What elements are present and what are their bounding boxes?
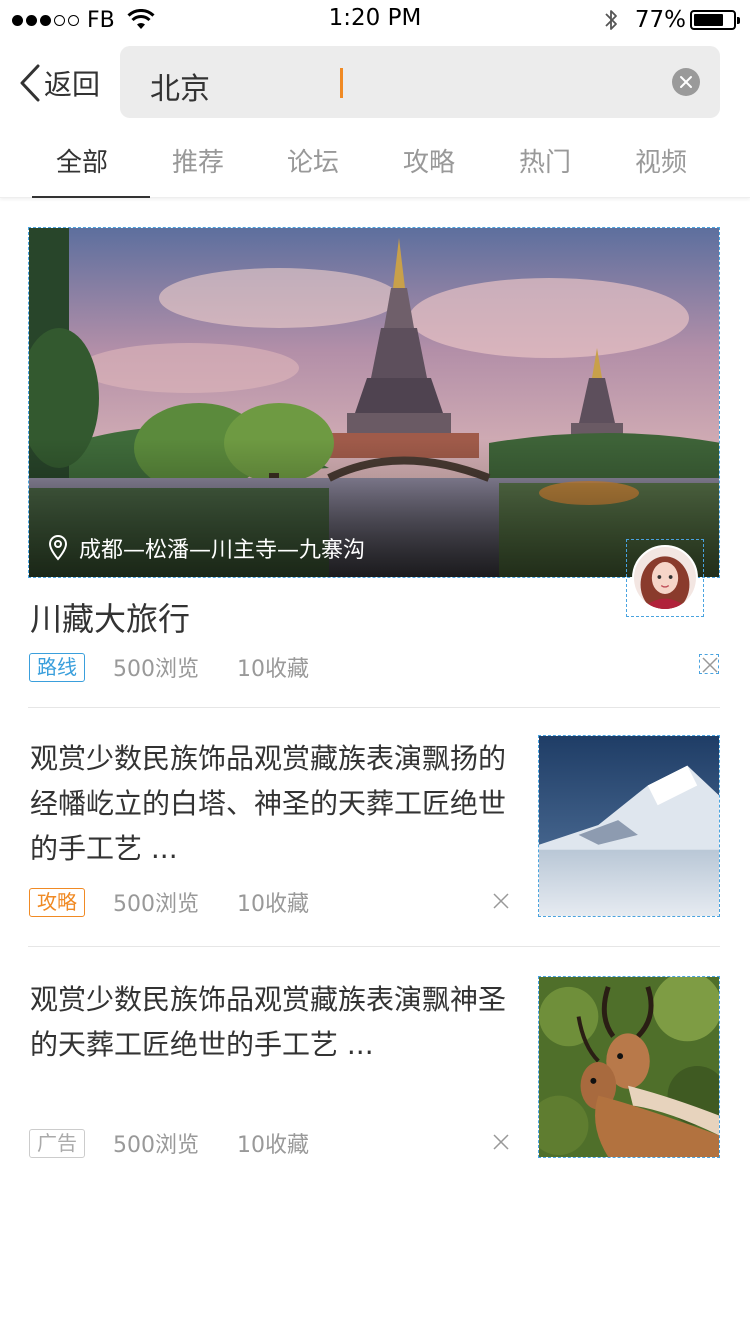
search-query: 北京	[150, 72, 210, 107]
route-meta: 路线 500浏览 10收藏	[29, 651, 309, 683]
ad-meta: 广告 500浏览 10收藏	[29, 1127, 309, 1159]
hero-image[interactable]: 成都—松潘—川主寺—九寨沟	[28, 227, 720, 578]
close-icon	[493, 893, 509, 909]
dismiss-button[interactable]	[699, 654, 719, 674]
battery-percent: 77%	[634, 7, 686, 33]
battery-level	[694, 14, 724, 26]
guide-tag: 攻略	[29, 887, 85, 917]
view-count: 500浏览	[113, 1133, 199, 1158]
tab-recommend[interactable]: 推荐	[140, 128, 256, 198]
close-icon	[702, 657, 718, 673]
guide-text[interactable]: 观赏少数民族饰品观赏藏族表演飘扬的经幡屹立的白塔、神圣的天葬工匠绝世的手工艺 .…	[30, 736, 518, 871]
route-title[interactable]: 川藏大旅行	[30, 594, 190, 640]
guide-thumbnail[interactable]	[538, 735, 720, 917]
antelope-photo	[539, 977, 719, 1157]
favorite-count: 10收藏	[237, 657, 309, 682]
avatar	[632, 545, 698, 611]
author-avatar[interactable]	[626, 539, 704, 617]
tab-hot[interactable]: 热门	[487, 128, 603, 198]
back-button[interactable]: 返回	[18, 63, 100, 103]
favorite-count: 10收藏	[237, 1133, 309, 1158]
tab-guide[interactable]: 攻略	[371, 128, 487, 198]
battery-icon	[690, 10, 740, 30]
ad-tag: 广告	[29, 1128, 85, 1158]
ad-thumbnail[interactable]	[538, 976, 720, 1158]
text-caret	[340, 68, 343, 98]
temple-photo	[29, 228, 719, 577]
dismiss-button[interactable]	[491, 1132, 511, 1152]
favorite-count: 10收藏	[237, 892, 309, 917]
battery-area: 77%	[603, 6, 740, 34]
route-tag: 路线	[29, 652, 85, 682]
status-bar: FB 1:20 PM 77%	[0, 0, 750, 40]
divider	[28, 707, 720, 708]
tab-all[interactable]: 全部	[24, 128, 150, 198]
category-tabs: 全部 推荐 论坛 攻略 热门 视频	[0, 128, 750, 198]
clear-button[interactable]	[672, 68, 700, 96]
tab-forum[interactable]: 论坛	[255, 128, 371, 198]
location-row: 成都—松潘—川主寺—九寨沟	[47, 532, 365, 564]
location-pin-icon	[48, 534, 68, 561]
dismiss-button[interactable]	[491, 891, 511, 911]
tab-video[interactable]: 视频	[603, 128, 719, 198]
header: 返回 北京	[0, 45, 750, 119]
clear-icon	[680, 76, 692, 88]
ad-text[interactable]: 观赏少数民族饰品观赏藏族表演飘神圣的天葬工匠绝世的手工艺 ...	[30, 977, 518, 1067]
back-label: 返回	[44, 68, 101, 101]
guide-meta: 攻略 500浏览 10收藏	[29, 886, 309, 918]
mountain-photo	[539, 736, 719, 916]
avatar-photo	[634, 547, 696, 609]
bluetooth-icon	[605, 10, 617, 30]
divider	[28, 946, 720, 947]
chevron-left-icon	[20, 64, 40, 102]
view-count: 500浏览	[113, 892, 199, 917]
close-icon	[493, 1134, 509, 1150]
route-location: 成都—松潘—川主寺—九寨沟	[79, 538, 366, 563]
view-count: 500浏览	[113, 657, 199, 682]
search-input[interactable]: 北京	[120, 46, 720, 118]
